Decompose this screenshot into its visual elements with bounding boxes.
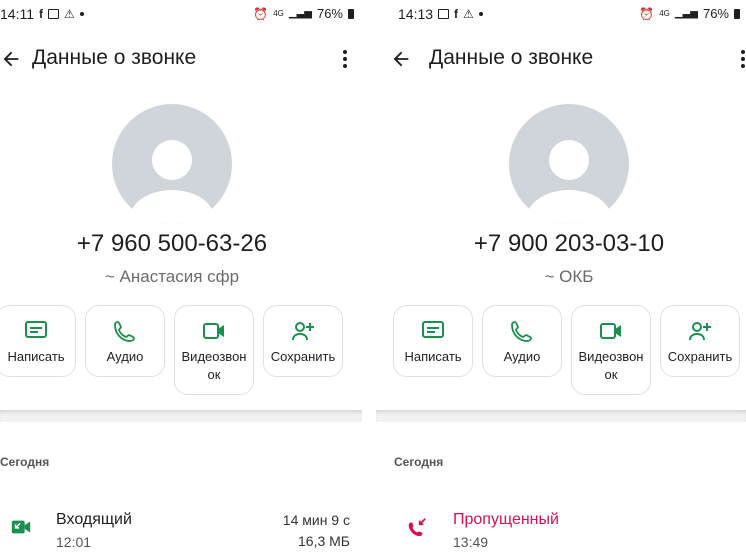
message-button-label: Написать <box>7 349 65 364</box>
save-contact-button-label: Сохранить <box>270 349 336 364</box>
message-button[interactable]: Написать <box>0 305 76 377</box>
add-contact-icon <box>292 322 314 341</box>
contact-name: ~ Анастасия сфр <box>104 267 240 286</box>
section-header-today: Сегодня <box>0 455 50 469</box>
video-call-button[interactable]: Видеозвон ок <box>571 305 651 395</box>
call-type: Входящий <box>56 511 132 528</box>
app-bar: Данные о звонке <box>0 40 362 80</box>
audio-call-button-label: Аудио <box>106 349 144 364</box>
save-contact-button-label: Сохранить <box>667 349 733 364</box>
message-button[interactable]: Написать <box>393 305 473 377</box>
call-time: 12:01 <box>56 534 92 550</box>
avatar <box>112 104 232 224</box>
video-icon <box>600 323 621 339</box>
call-details-screen-left: 14:11 f ⚠ ⏰ 4G ▁▃▅ 76% Данные о звонке +… <box>0 0 362 559</box>
call-type: Пропущенный <box>453 511 559 528</box>
status-time: 14:13 <box>398 6 434 22</box>
incoming-video-call-icon <box>11 520 31 534</box>
save-contact-button[interactable]: Сохранить <box>263 305 343 377</box>
phone-icon <box>511 321 532 342</box>
battery-percent: 76% <box>316 6 343 21</box>
gallery-icon <box>48 9 59 19</box>
video-call-button-label: Видеозвон ок <box>181 349 247 382</box>
network-type: 4G <box>273 9 284 18</box>
call-duration: 14 мин 9 с <box>282 512 350 528</box>
contact-phone: +7 900 203-03-10 <box>473 230 665 257</box>
gallery-icon <box>438 9 450 19</box>
video-call-button[interactable]: Видеозвон ок <box>174 305 254 395</box>
missed-call-icon <box>408 518 426 537</box>
call-time: 13:49 <box>453 534 489 550</box>
message-button-label: Написать <box>404 349 462 364</box>
alarm-icon: ⏰ <box>253 6 269 21</box>
panel-gap <box>362 0 376 559</box>
back-arrow-icon[interactable] <box>390 48 412 70</box>
contact-phone: +7 960 500-63-26 <box>76 230 268 257</box>
divider <box>0 410 362 422</box>
status-bar: 14:13 f ⚠ ⏰ 4G ▁▃▅ 76% <box>376 6 746 28</box>
divider <box>376 410 746 422</box>
warning-icon: ⚠ <box>64 7 75 21</box>
network-type: 4G <box>659 9 670 18</box>
page-title: Данные о звонке <box>32 46 197 69</box>
more-options-icon[interactable] <box>342 50 348 70</box>
battery-icon <box>348 8 354 19</box>
phone-icon <box>114 321 135 342</box>
alarm-icon: ⏰ <box>639 6 655 21</box>
avatar <box>509 104 629 224</box>
facebook-icon: f <box>454 7 459 21</box>
warning-icon: ⚠ <box>463 7 474 21</box>
signal-icon: ▁▃▅ <box>288 7 312 19</box>
message-icon <box>422 321 444 338</box>
back-arrow-icon[interactable] <box>0 48 22 70</box>
page-title: Данные о звонке <box>429 46 594 69</box>
facebook-icon: f <box>39 7 43 21</box>
audio-call-button[interactable]: Аудио <box>482 305 562 377</box>
battery-percent: 76% <box>702 6 729 21</box>
action-buttons: Написать Аудио Видеозвон ок Сохранить <box>393 305 740 395</box>
add-contact-icon <box>689 322 711 341</box>
save-contact-button[interactable]: Сохранить <box>660 305 740 377</box>
more-notifications-icon <box>478 12 483 16</box>
signal-icon: ▁▃▅ <box>674 7 698 19</box>
action-buttons: Написать Аудио Видеозвон ок Сохранить <box>0 305 343 395</box>
app-bar: Данные о звонке <box>376 40 746 80</box>
video-call-button-label: Видеозвон ок <box>578 349 644 382</box>
audio-call-button[interactable]: Аудио <box>85 305 165 377</box>
contact-name: ~ ОКБ <box>544 267 594 286</box>
more-notifications-icon <box>79 12 84 16</box>
audio-call-button-label: Аудио <box>503 349 541 364</box>
more-options-icon[interactable] <box>740 50 746 70</box>
battery-icon <box>734 8 740 19</box>
call-details-screen-right: 14:13 f ⚠ ⏰ 4G ▁▃▅ 76% Данные о звонке +… <box>376 0 746 559</box>
call-data-size: 16,3 МБ <box>298 533 350 549</box>
status-bar: 14:11 f ⚠ ⏰ 4G ▁▃▅ 76% <box>0 6 362 28</box>
section-header-today: Сегодня <box>394 455 444 469</box>
video-icon <box>203 323 224 339</box>
message-icon <box>25 321 47 338</box>
status-time: 14:11 <box>0 6 34 22</box>
